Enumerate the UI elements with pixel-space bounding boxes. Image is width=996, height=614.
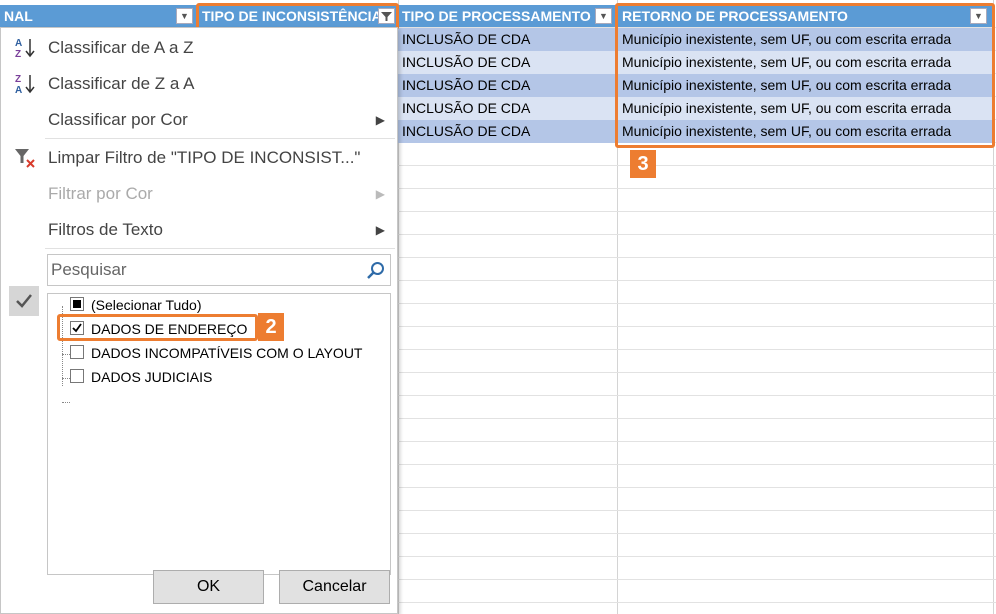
- annotation-badge-3: 3: [630, 150, 656, 178]
- menu-item-label: Classificar por Cor: [48, 110, 188, 129]
- ok-button[interactable]: OK: [153, 570, 264, 604]
- select-all-checkbox[interactable]: [70, 297, 84, 311]
- menu-item-text-filters[interactable]: Filtros de Texto ▶: [1, 212, 397, 248]
- cell-tipo-processamento[interactable]: INCLUSÃO DE CDA: [398, 74, 617, 97]
- checkbox[interactable]: [70, 369, 84, 383]
- menu-item-filter-by-color: Filtrar por Cor ▶: [1, 176, 397, 212]
- submenu-arrow-icon: ▶: [375, 187, 385, 201]
- filter-dropdown-button[interactable]: ▼: [595, 8, 612, 24]
- annotation-box-1: [196, 3, 399, 30]
- cell-tipo-processamento[interactable]: INCLUSÃO DE CDA: [398, 120, 617, 143]
- menu-item-clear-filter[interactable]: Limpar Filtro de "TIPO DE INCONSIST...": [1, 140, 397, 176]
- annotation-box-2: [57, 314, 258, 341]
- selection-check-icon: [9, 286, 39, 316]
- svg-text:Z: Z: [15, 74, 21, 85]
- cell-tipo-processamento[interactable]: INCLUSÃO DE CDA: [398, 97, 617, 120]
- column-header-label: NAL: [4, 8, 33, 24]
- tree-line: [62, 402, 70, 403]
- list-item-label: DADOS JUDICIAIS: [91, 369, 213, 385]
- annotation-box-3: [615, 3, 995, 148]
- tree-line: [62, 378, 70, 379]
- menu-item-label: Filtrar por Cor: [48, 184, 153, 203]
- search-icon[interactable]: [366, 260, 386, 280]
- menu-item-label: Limpar Filtro de "TIPO DE INCONSIST...": [48, 148, 361, 167]
- menu-item-sort-a-z[interactable]: A Z Classificar de A a Z: [1, 30, 397, 66]
- menu-separator: [45, 138, 395, 139]
- sort-z-a-icon: Z A: [15, 74, 35, 96]
- menu-item-label: Classificar de A a Z: [48, 38, 194, 57]
- list-item-label: DADOS INCOMPATÍVEIS COM O LAYOUT: [91, 345, 363, 361]
- menu-item-label: Classificar de Z a A: [48, 74, 195, 93]
- column-header-tipo-processamento[interactable]: TIPO DE PROCESSAMENTO ▼: [398, 5, 617, 27]
- annotation-badge-2: 2: [258, 313, 284, 341]
- checkbox[interactable]: [70, 345, 84, 359]
- svg-text:Z: Z: [15, 49, 21, 60]
- menu-separator: [45, 248, 395, 249]
- svg-text:A: A: [15, 38, 22, 49]
- cancel-button[interactable]: Cancelar: [279, 570, 390, 604]
- list-item-label: (Selecionar Tudo): [91, 297, 202, 313]
- filter-dropdown-button[interactable]: ▼: [176, 8, 193, 24]
- search-placeholder: Pesquisar: [51, 260, 127, 279]
- submenu-arrow-icon: ▶: [375, 113, 385, 127]
- tree-line: [62, 354, 70, 355]
- menu-item-sort-z-a[interactable]: Z A Classificar de Z a A: [1, 66, 397, 102]
- column-header-label: TIPO DE PROCESSAMENTO: [402, 8, 591, 24]
- sort-a-z-icon: A Z: [15, 38, 35, 60]
- menu-item-label: Filtros de Texto: [48, 220, 163, 239]
- column-header-nal[interactable]: NAL ▼: [0, 5, 197, 27]
- svg-text:A: A: [15, 85, 22, 96]
- clear-filter-icon: [15, 149, 35, 168]
- cell-tipo-processamento[interactable]: INCLUSÃO DE CDA: [398, 51, 617, 74]
- submenu-arrow-icon: ▶: [375, 223, 385, 237]
- search-input[interactable]: Pesquisar: [47, 254, 391, 286]
- menu-item-sort-by-color[interactable]: Classificar por Cor ▶: [1, 102, 397, 138]
- cell-tipo-processamento[interactable]: INCLUSÃO DE CDA: [398, 28, 617, 51]
